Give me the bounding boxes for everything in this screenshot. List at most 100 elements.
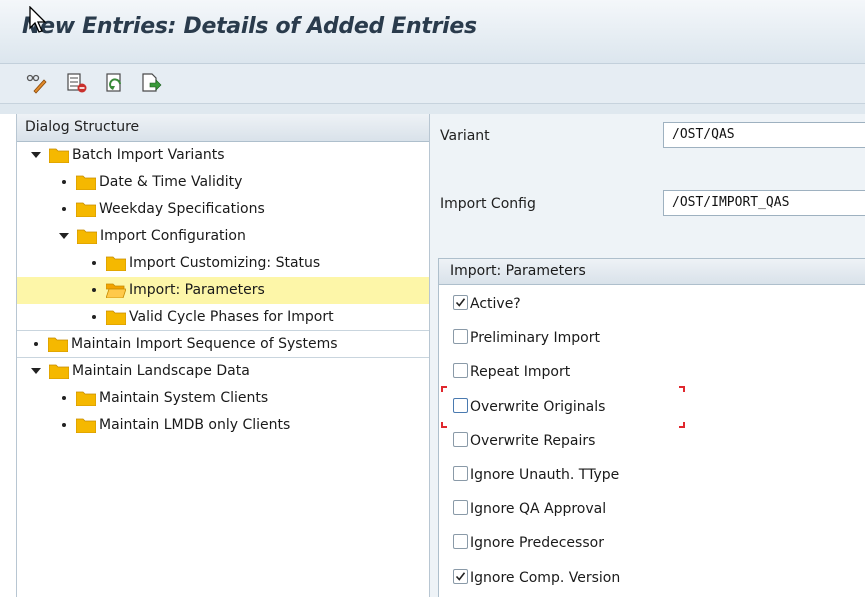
parameter-checkbox[interactable]: [453, 500, 468, 516]
parameter-checkbox-label: Ignore QA Approval: [470, 501, 607, 518]
parameter-checkbox-row: Ignore Comp. Version: [453, 567, 620, 589]
parameter-checkbox-label: Ignore Comp. Version: [470, 569, 621, 586]
tree-item[interactable]: Batch Import Variants: [17, 142, 429, 169]
parameter-checkbox[interactable]: [453, 363, 468, 379]
tree-item[interactable]: Maintain LMDB only Clients: [17, 412, 429, 439]
folder-icon: [105, 308, 127, 326]
dialog-structure-tree: Batch Import Variants Date & Time Validit…: [17, 142, 429, 439]
tree-node: Date & Time Validity: [59, 169, 242, 196]
next-entry-icon[interactable]: [140, 72, 162, 94]
tree-item-label: Maintain LMDB only Clients: [99, 417, 291, 433]
import-config-label: Import Config: [440, 196, 536, 212]
glasses-pencil-icon[interactable]: [26, 72, 48, 94]
folder-icon: [48, 362, 70, 380]
tree-item[interactable]: Valid Cycle Phases for Import: [17, 304, 429, 331]
undo-change-icon[interactable]: [104, 72, 126, 94]
expand-triangle-icon[interactable]: [59, 233, 69, 239]
tree-node: Import: Parameters: [89, 277, 265, 304]
tree-item[interactable]: Maintain Import Sequence of Systems: [17, 331, 429, 358]
expand-triangle-icon[interactable]: [31, 152, 41, 158]
open-folder-icon: [105, 281, 127, 299]
expand-triangle-icon[interactable]: [31, 368, 41, 374]
folder-icon: [105, 254, 127, 272]
parameter-checkbox-row: Ignore Unauth. TType: [453, 464, 619, 486]
variant-field[interactable]: /OST/QAS: [663, 122, 865, 148]
folder-icon: [75, 173, 97, 191]
focus-bracket: [679, 421, 685, 428]
tree-item-label: Maintain System Clients: [99, 390, 269, 406]
parameter-checkbox[interactable]: [453, 568, 468, 584]
title-bar: New Entries: Details of Added Entries: [0, 0, 865, 64]
tree-item-label: Date & Time Validity: [99, 174, 243, 190]
tree-item[interactable]: Weekday Specifications: [17, 196, 429, 223]
bullet-icon: [92, 288, 96, 292]
tree-node: Batch Import Variants: [31, 142, 225, 169]
tree-item-label: Weekday Specifications: [99, 201, 265, 217]
bullet-icon: [62, 396, 66, 400]
toolbar-separator: [0, 104, 865, 114]
parameter-checkbox-row: Overwrite Originals: [453, 396, 605, 418]
tree-item[interactable]: Import Customizing: Status: [17, 250, 429, 277]
parameter-checkbox[interactable]: [453, 534, 468, 550]
bullet-icon: [62, 423, 66, 427]
tree-node: Maintain LMDB only Clients: [59, 412, 290, 439]
parameter-checkbox[interactable]: [453, 466, 468, 481]
tree-node: Maintain System Clients: [59, 385, 268, 412]
tree-item-label: Import Configuration: [100, 228, 246, 244]
tree-item-label: Valid Cycle Phases for Import: [129, 309, 334, 325]
bullet-icon: [62, 207, 66, 211]
mouse-cursor-icon: [29, 6, 47, 33]
parameter-checkbox-label: Ignore Unauth. TType: [470, 467, 620, 483]
tree-node: Maintain Import Sequence of Systems: [31, 331, 338, 358]
tree-item[interactable]: Maintain System Clients: [17, 385, 429, 412]
parameter-checkbox[interactable]: [453, 431, 468, 447]
parameter-checkbox-label: Active?: [470, 296, 521, 312]
parameter-checkbox-row: Ignore QA Approval: [453, 498, 606, 520]
tree-node: Maintain Landscape Data: [31, 358, 250, 385]
parameter-checkbox-row: Repeat Import: [453, 361, 570, 383]
parameter-checkbox-row: Ignore Predecessor: [453, 532, 604, 554]
folder-icon: [47, 335, 69, 353]
parameter-checkbox[interactable]: [453, 329, 468, 345]
parameter-checkbox-label: Ignore Predecessor: [470, 535, 604, 552]
folder-icon: [75, 416, 97, 434]
focus-bracket: [441, 385, 447, 392]
folder-icon: [75, 200, 97, 218]
tree-item-label: Batch Import Variants: [72, 147, 225, 163]
parameter-checkbox-label: Overwrite Originals: [470, 398, 606, 415]
import-parameters-group: Import: Parameters Active? Preliminary Im…: [438, 258, 865, 597]
delete-entry-icon[interactable]: [66, 72, 88, 94]
bullet-icon: [92, 315, 96, 319]
parameter-checkbox[interactable]: [453, 295, 468, 310]
folder-icon: [76, 227, 98, 245]
bullet-icon: [92, 261, 96, 265]
import-config-field[interactable]: /OST/IMPORT_QAS: [663, 190, 865, 216]
tree-node: Import Configuration: [59, 223, 246, 250]
checkmark-icon: [455, 571, 466, 581]
page-title: New Entries: Details of Added Entries: [22, 14, 477, 39]
tree-item[interactable]: Date & Time Validity: [17, 169, 429, 196]
checkmark-icon: [455, 298, 466, 307]
tree-item-label: Maintain Import Sequence of Systems: [71, 336, 338, 352]
tree-item[interactable]: Maintain Landscape Data: [17, 358, 429, 385]
bullet-icon: [62, 180, 66, 184]
tree-node: Weekday Specifications: [59, 196, 265, 223]
tree-item[interactable]: Import Configuration: [17, 223, 429, 250]
folder-icon: [48, 146, 70, 164]
dialog-structure-header: Dialog Structure: [17, 114, 429, 142]
tree-item[interactable]: Import: Parameters: [17, 277, 429, 304]
dialog-structure-panel: Dialog Structure Batch Import Variants Da…: [16, 114, 430, 597]
tree-item-label: Import Customizing: Status: [129, 255, 321, 271]
details-panel: Variant /OST/QAS Import Config /OST/IMPO…: [430, 114, 865, 597]
bullet-icon: [34, 342, 38, 346]
parameter-checkbox-row: Preliminary Import: [453, 327, 600, 349]
folder-icon: [75, 389, 97, 407]
parameter-checkbox-label: Repeat Import: [470, 364, 571, 381]
tree-item-label: Maintain Landscape Data: [72, 363, 250, 379]
tree-item-label: Import: Parameters: [129, 282, 265, 298]
tree-node: Import Customizing: Status: [89, 250, 320, 277]
parameter-checkbox-row: Overwrite Repairs: [453, 430, 595, 452]
focus-bracket: [441, 421, 447, 428]
parameter-checkbox[interactable]: [453, 397, 468, 413]
import-parameters-header: Import: Parameters: [439, 259, 865, 285]
